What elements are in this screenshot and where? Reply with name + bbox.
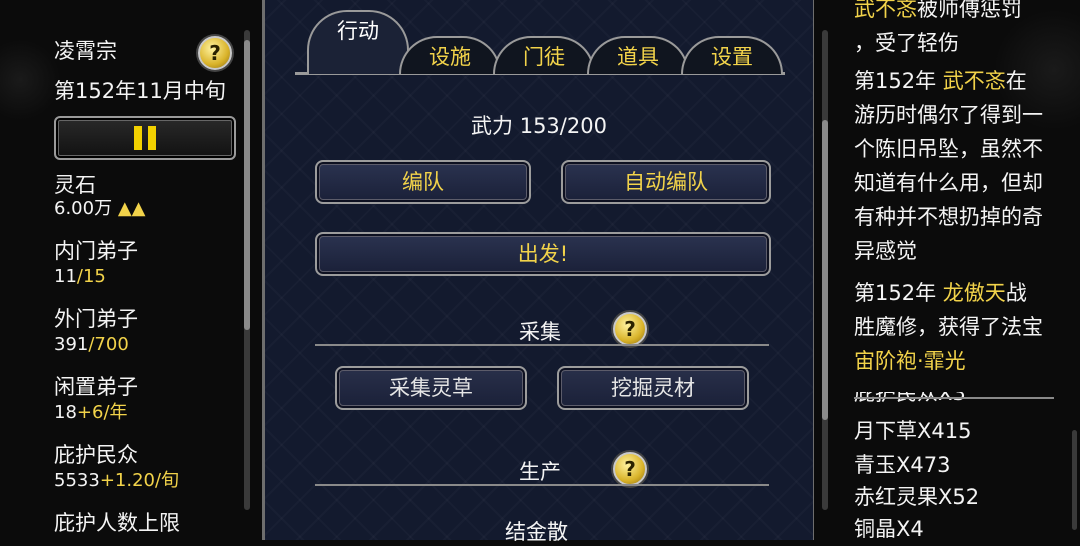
inventory-list: 庇护民众X3 月下草X415 青玉X473 赤红灵果X52 铜晶X4 <box>854 392 1054 540</box>
pause-button[interactable] <box>54 116 236 160</box>
spirit-stone-label: 灵石 <box>54 173 96 197</box>
inventory-item: 铜晶X4 <box>854 517 924 540</box>
log-entry-2: 第152年 龙傲天战胜魔修，获得了法宝宙阶袍·霏光 <box>854 281 1043 373</box>
produce-help-icon[interactable]: ? <box>613 452 647 486</box>
produce-title: 生产 <box>519 460 561 484</box>
inventory-item: 赤红灵果X52 <box>854 485 980 509</box>
tab-items[interactable]: 道具 <box>587 36 689 74</box>
team-button[interactable]: 编队 <box>315 160 531 204</box>
inventory-item: 月下草X415 <box>854 419 972 443</box>
spirit-stone-value: 6.00万 ▲▲ <box>54 198 146 219</box>
produce-item-jiejinsan[interactable]: 结金散 <box>505 516 568 546</box>
left-scrollbar[interactable] <box>244 30 250 510</box>
inner-disciples-label: 内门弟子 <box>54 239 138 263</box>
sect-status-panel: 凌霄宗 ? 第152年11月中旬 灵石 6.00万 ▲▲ 内门弟子 11/15 … <box>0 0 260 540</box>
tab-disciples[interactable]: 门徒 <box>493 36 595 74</box>
protected-limit-label: 庇护人数上限 <box>54 511 180 535</box>
trend-up-icon: ▲▲ <box>117 198 146 219</box>
pause-icon <box>134 126 142 150</box>
log-scrollbar[interactable] <box>822 30 828 510</box>
inner-disciples-value: 11/15 <box>54 266 106 287</box>
mine-material-button[interactable]: 挖掘灵材 <box>557 366 749 410</box>
inventory-item: 庇护民众X3 <box>854 392 966 405</box>
outer-disciples-value: 391/700 <box>54 334 129 355</box>
tab-settings[interactable]: 设置 <box>681 36 783 74</box>
inventory-item: 青玉X473 <box>854 453 951 477</box>
inventory-scrollbar[interactable] <box>1072 430 1077 530</box>
idle-disciples-label: 闲置弟子 <box>54 375 138 399</box>
sect-name: 凌霄宗 <box>54 39 117 63</box>
auto-team-button[interactable]: 自动编队 <box>561 160 771 204</box>
tab-action[interactable]: 行动 <box>307 10 409 74</box>
log-entry-1: 第152年 武不忞在游历时偶尔了得到一个陈旧吊坠，虽然不知道有什么用，但却有种并… <box>854 69 1043 263</box>
game-date: 第152年11月中旬 <box>54 79 226 103</box>
military-power: 武力 153/200 <box>471 114 607 138</box>
depart-button[interactable]: 出发! <box>315 232 771 276</box>
tab-facilities[interactable]: 设施 <box>399 36 501 74</box>
outer-disciples-label: 外门弟子 <box>54 307 138 331</box>
left-scroll-thumb[interactable] <box>244 40 250 330</box>
gather-title: 采集 <box>519 320 561 344</box>
protected-people-value: 5533+1.20/旬 <box>54 470 180 491</box>
log-entry-0: 武不忞被师傅惩罚 ，受了轻伤 <box>854 0 1022 55</box>
sect-help-icon[interactable]: ? <box>198 36 232 70</box>
event-log-panel: 武不忞被师傅惩罚 ，受了轻伤 第152年 武不忞在游历时偶尔了得到一个陈旧吊坠，… <box>814 0 1080 540</box>
action-panel: 行动 设施 门徒 道具 设置 武力 153/200 编队 自动编队 出发! 采集… <box>262 0 816 544</box>
tab-bar: 行动 设施 门徒 道具 设置 <box>295 0 785 90</box>
protected-people-label: 庇护民众 <box>54 443 138 467</box>
gather-herb-button[interactable]: 采集灵草 <box>335 366 527 410</box>
idle-disciples-value: 18+6/年 <box>54 402 128 423</box>
log-scroll-thumb[interactable] <box>822 120 828 420</box>
gather-help-icon[interactable]: ? <box>613 312 647 346</box>
